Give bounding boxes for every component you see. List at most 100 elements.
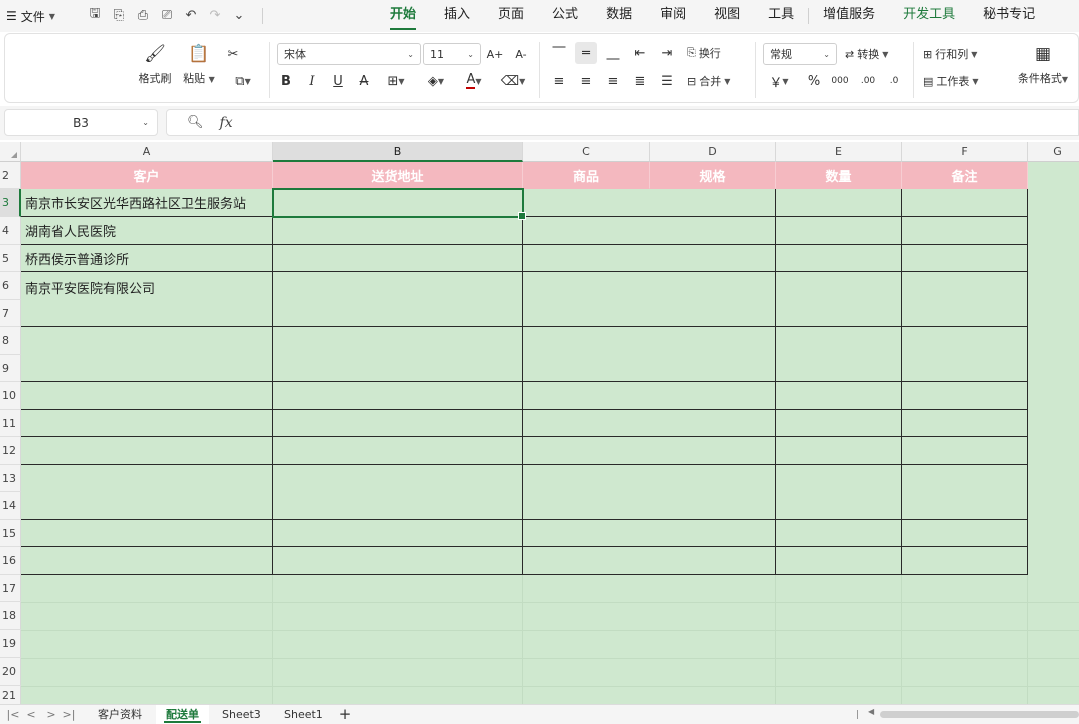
decrease-decimal-button[interactable]: .0 xyxy=(883,70,905,92)
header-cell-product[interactable]: 商品 xyxy=(523,162,650,189)
cell-cd15[interactable] xyxy=(523,520,776,547)
worksheet-button[interactable]: ▤ 工作表 ▼ xyxy=(923,70,979,92)
bold-button[interactable]: B xyxy=(275,70,297,92)
column-header-e[interactable]: E xyxy=(776,142,902,162)
cell-cd5[interactable] xyxy=(523,245,776,272)
copy-button[interactable]: ⧉ ▼ xyxy=(226,70,260,92)
cell-f10[interactable] xyxy=(902,382,1028,410)
scroll-left-icon[interactable]: ◀ xyxy=(868,707,874,716)
cell-a11[interactable] xyxy=(21,410,273,437)
column-header-b[interactable]: B xyxy=(273,142,523,162)
tab-formula[interactable]: 公式 xyxy=(538,0,592,32)
fx-icon[interactable]: fx xyxy=(220,115,233,131)
strikethrough-button[interactable]: A xyxy=(353,70,375,92)
align-middle-icon[interactable]: ═ xyxy=(575,42,597,64)
cell-e11[interactable] xyxy=(776,410,902,437)
distributed-icon[interactable]: ☰ xyxy=(656,70,678,92)
name-box[interactable]: B3 ⌄ xyxy=(4,109,158,136)
column-header-d[interactable]: D xyxy=(650,142,776,162)
cell-e12[interactable] xyxy=(776,437,902,465)
rows-cols-button[interactable]: ⊞ 行和列 ▼ xyxy=(923,43,977,65)
row-header-19[interactable]: 19 xyxy=(0,630,21,658)
column-header-g[interactable]: G xyxy=(1028,142,1079,162)
number-format-select[interactable]: 常规 ⌄ xyxy=(763,43,837,65)
cell-f11[interactable] xyxy=(902,410,1028,437)
cell-cd12[interactable] xyxy=(523,437,776,465)
borders-button[interactable]: ⊞ ▼ xyxy=(381,70,411,92)
sheet-tab-customers[interactable]: 客户资料 xyxy=(88,705,152,724)
row-header-5[interactable]: 5 xyxy=(0,245,21,272)
tab-home[interactable]: 开始 xyxy=(376,0,430,32)
increase-decimal-button[interactable]: .00 xyxy=(857,70,879,92)
cell-cd3[interactable] xyxy=(523,189,776,217)
cell-b15[interactable] xyxy=(273,520,523,547)
more-icon[interactable]: ⌄ xyxy=(230,6,248,24)
cell-f8[interactable] xyxy=(902,327,1028,382)
font-name-select[interactable]: 宋体 ⌄ xyxy=(277,43,421,65)
row-header-7[interactable]: 7 xyxy=(0,300,21,327)
cell-f15[interactable] xyxy=(902,520,1028,547)
decrease-indent-icon[interactable]: ⇤ xyxy=(629,42,651,64)
row-header-4[interactable]: 4 xyxy=(0,217,21,245)
cell-a12[interactable] xyxy=(21,437,273,465)
cell-e10[interactable] xyxy=(776,382,902,410)
cell-b16[interactable] xyxy=(273,547,523,575)
row-header-20[interactable]: 20 xyxy=(0,658,21,686)
header-cell-qty[interactable]: 数量 xyxy=(776,162,902,189)
cell-f3[interactable] xyxy=(902,189,1028,217)
conditional-format-button[interactable]: ▦ 条件格式▼ xyxy=(1015,42,1071,86)
cell-b11[interactable] xyxy=(273,410,523,437)
horizontal-scrollbar[interactable] xyxy=(880,711,1079,718)
row-header-10[interactable]: 10 xyxy=(0,382,21,410)
justify-icon[interactable]: ≣ xyxy=(629,70,651,92)
cell-f6[interactable] xyxy=(902,272,1028,327)
next-sheet-icon[interactable]: > xyxy=(44,706,58,723)
tab-insert[interactable]: 插入 xyxy=(430,0,484,32)
cell-b6[interactable] xyxy=(273,272,523,327)
sheet-tab-sheet3[interactable]: Sheet3 xyxy=(212,705,271,724)
format-painter-button[interactable]: 🖌 格式刷 xyxy=(135,42,175,86)
fill-color-button[interactable]: ◈ ▼ xyxy=(421,70,451,92)
cell-a15[interactable] xyxy=(21,520,273,547)
cell-f13[interactable] xyxy=(902,465,1028,520)
cell-a16[interactable] xyxy=(21,547,273,575)
cell-e13[interactable] xyxy=(776,465,902,520)
row-header-2[interactable]: 2 xyxy=(0,162,21,189)
cell-b4[interactable] xyxy=(273,217,523,245)
cell-b5[interactable] xyxy=(273,245,523,272)
underline-button[interactable]: U xyxy=(327,70,349,92)
tab-secretary[interactable]: 秘书专记 xyxy=(969,0,1049,32)
cell-f4[interactable] xyxy=(902,217,1028,245)
row-header-14[interactable]: 14 xyxy=(0,492,21,520)
tab-data[interactable]: 数据 xyxy=(592,0,646,32)
align-center-icon[interactable]: ≡ xyxy=(575,70,597,92)
cell-cd4[interactable] xyxy=(523,217,776,245)
column-header-a[interactable]: A xyxy=(21,142,273,162)
tab-tools[interactable]: 工具 xyxy=(754,0,808,32)
header-cell-spec[interactable]: 规格 xyxy=(650,162,776,189)
print-preview-icon[interactable]: ⎚ xyxy=(158,6,176,24)
tab-value-added[interactable]: 增值服务 xyxy=(809,0,889,32)
cell-a8[interactable] xyxy=(21,327,273,382)
cell-f12[interactable] xyxy=(902,437,1028,465)
merge-button[interactable]: ⊟ 合并 ▼ xyxy=(687,70,730,92)
cell-cd13[interactable] xyxy=(523,465,776,520)
font-size-select[interactable]: 11 ⌄ xyxy=(423,43,481,65)
redo-icon[interactable]: ↷ xyxy=(206,6,224,24)
row-header-17[interactable]: 17 xyxy=(0,575,21,602)
cell-b13[interactable] xyxy=(273,465,523,520)
tab-review[interactable]: 审阅 xyxy=(646,0,700,32)
currency-button[interactable]: ￥ ▼ xyxy=(765,70,793,92)
align-left-icon[interactable]: ≡ xyxy=(548,70,570,92)
column-header-f[interactable]: F xyxy=(902,142,1028,162)
cell-b8[interactable] xyxy=(273,327,523,382)
tab-page[interactable]: 页面 xyxy=(484,0,538,32)
save-icon[interactable]: 🖫 xyxy=(86,6,104,24)
prev-sheet-icon[interactable]: < xyxy=(24,706,38,723)
header-cell-remark[interactable]: 备注 xyxy=(902,162,1028,189)
print-icon[interactable]: ⎙ xyxy=(134,6,152,24)
cell-e16[interactable] xyxy=(776,547,902,575)
cell-e15[interactable] xyxy=(776,520,902,547)
zoom-icon[interactable]: 🔍︎ xyxy=(187,115,204,130)
cell-b12[interactable] xyxy=(273,437,523,465)
